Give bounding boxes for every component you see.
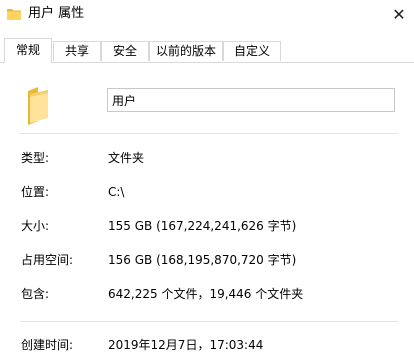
tab-label: 以前的版本 bbox=[155, 44, 216, 58]
tab-security[interactable]: 安全 bbox=[101, 41, 149, 61]
contains-value: 642,225 个文件，19,446 个文件夹 bbox=[108, 287, 304, 301]
close-button[interactable]: ✕ bbox=[384, 0, 414, 28]
folder-name-input[interactable] bbox=[107, 88, 395, 112]
tab-label: 安全 bbox=[112, 44, 137, 58]
contains-label: 包含: bbox=[21, 287, 50, 301]
size-on-disk-value: 156 GB (168,195,870,720 字节) bbox=[108, 253, 297, 267]
tab-label: 共享 bbox=[64, 44, 89, 58]
folder-icon bbox=[7, 9, 21, 20]
size-on-disk-label: 占用空间: bbox=[21, 253, 74, 267]
divider bbox=[20, 321, 398, 322]
divider bbox=[20, 133, 398, 134]
close-icon: ✕ bbox=[392, 4, 406, 24]
tab-sharing[interactable]: 共享 bbox=[53, 41, 101, 61]
size-label: 大小: bbox=[21, 219, 50, 233]
type-value: 文件夹 bbox=[108, 151, 145, 165]
tab-strip: 常规 共享 安全 以前的版本 自定义 bbox=[0, 38, 414, 63]
tab-label: 自定义 bbox=[233, 44, 270, 58]
folder-icon bbox=[28, 87, 48, 125]
tab-customize[interactable]: 自定义 bbox=[223, 41, 281, 61]
type-label: 类型: bbox=[21, 151, 50, 165]
location-value: C:\ bbox=[108, 185, 125, 199]
size-value: 155 GB (167,224,241,626 字节) bbox=[108, 219, 297, 233]
properties-window: 用户 属性 ✕ 常规 共享 安全 以前的版本 自定义 类型: 文件夹 位置: bbox=[0, 0, 414, 356]
window-title: 用户 属性 bbox=[28, 6, 85, 21]
tab-general[interactable]: 常规 bbox=[4, 38, 52, 63]
tab-previous-versions[interactable]: 以前的版本 bbox=[149, 41, 223, 61]
location-label: 位置: bbox=[21, 185, 50, 199]
tab-label: 常规 bbox=[15, 43, 40, 57]
title-bar: 用户 属性 ✕ bbox=[0, 0, 414, 30]
created-label: 创建时间: bbox=[21, 338, 74, 352]
created-value: 2019年12月7日，17:03:44 bbox=[108, 338, 264, 352]
